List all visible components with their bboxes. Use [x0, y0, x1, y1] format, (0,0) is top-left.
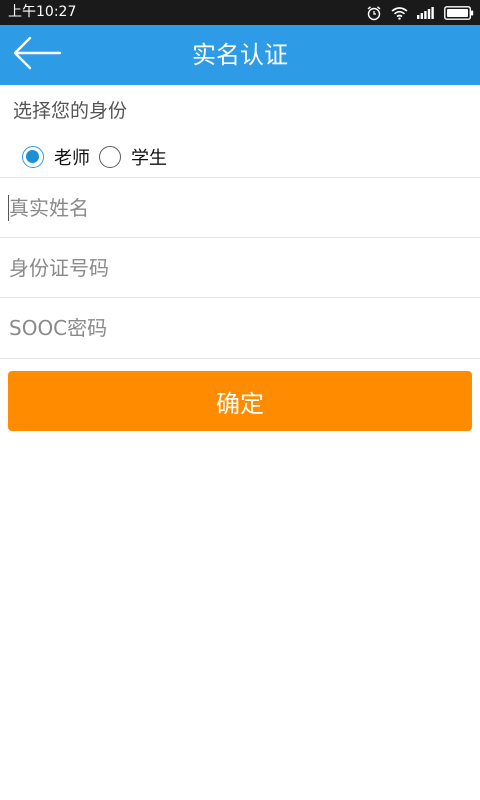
sooc-password-input[interactable] [0, 298, 480, 357]
radio-label-student: 学生 [131, 148, 167, 169]
confirm-button[interactable]: 确定 [8, 371, 472, 431]
radio-unchecked-icon[interactable] [99, 146, 121, 168]
battery-icon [444, 5, 474, 20]
id-number-input[interactable] [0, 238, 480, 297]
wifi-icon [391, 6, 408, 20]
signal-icon [417, 6, 435, 19]
real-name-input[interactable] [0, 178, 480, 237]
radio-option-student[interactable]: 学生 [99, 144, 167, 170]
radio-label-teacher: 老师 [54, 148, 90, 169]
radio-checked-icon[interactable] [22, 146, 44, 168]
status-bar: 上午10:27 [0, 0, 480, 25]
text-cursor [8, 195, 9, 221]
back-button[interactable] [6, 31, 68, 79]
identity-label: 选择您的身份 [13, 100, 128, 122]
role-radio-group: 老师 学生 [22, 144, 167, 170]
status-time: 上午10:27 [8, 4, 77, 20]
page-title: 实名认证 [192, 41, 288, 69]
alarm-icon [366, 5, 382, 21]
app-bar: 实名认证 [0, 25, 480, 85]
back-arrow-icon [12, 36, 62, 74]
radio-option-teacher[interactable]: 老师 [22, 144, 90, 170]
divider [0, 358, 480, 359]
status-icons [366, 3, 474, 22]
